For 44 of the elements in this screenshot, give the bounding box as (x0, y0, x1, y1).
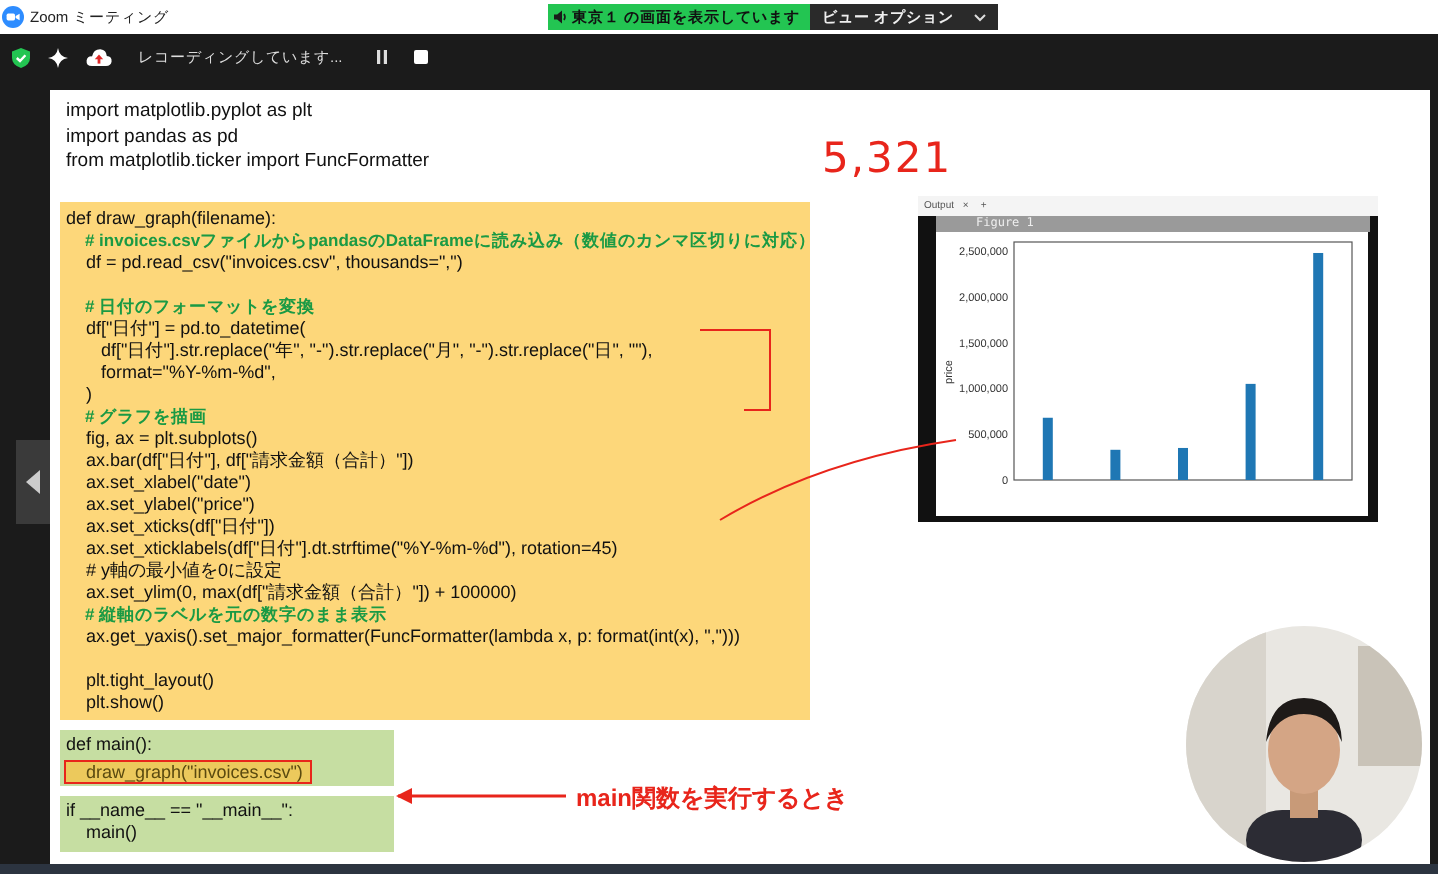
code-line: ax.get_yaxis().set_major_formatter(FuncFormatter(lambda x, p: format(int(x), ","))) (84, 625, 740, 647)
code-line: ) (84, 383, 92, 405)
code-comment: # グラフを描画 (82, 405, 208, 427)
code-line: ax.set_ylim(0, max(df["請求金額（合計）"]) + 100000) (84, 581, 517, 603)
code-line: plt.tight_layout() (84, 669, 215, 691)
code-line: df = pd.read_csv("invoices.csv", thousands=",") (84, 251, 463, 273)
code-line: def draw_graph(filename): (66, 207, 277, 229)
code-line: main() (84, 821, 138, 843)
code-line: ax.set_xticks(df["日付"]) (84, 515, 275, 537)
code-line: import matplotlib.pyplot as plt (66, 100, 313, 125)
bar (1245, 383, 1256, 480)
speaker-icon (553, 10, 568, 24)
left-triangle-icon (25, 470, 41, 494)
code-line: def main(): (66, 733, 153, 755)
bar (1110, 449, 1121, 480)
panel-toggle-button[interactable] (16, 440, 50, 524)
code-line: import pandas as pd (66, 125, 239, 150)
code-line: if __name__ == "__main__": (66, 799, 293, 821)
bar (1042, 417, 1053, 480)
arrow-label: main関数を実行するとき (576, 782, 849, 816)
bar (1178, 447, 1188, 480)
code-line: df["日付"].str.replace("年", "-").str.replace("月", "-").str.replace("日", ""), (99, 339, 653, 361)
caret-icon (974, 13, 986, 21)
pause-icon (376, 50, 389, 64)
shield-icon[interactable] (12, 47, 30, 67)
code-line: # y軸の最小値を0に設定 (84, 559, 283, 581)
code-comment: # invoices.csvファイルからpandasのDataFrameに読み込み（数値のカンマ区切りに対応） (82, 229, 816, 251)
code-line: ax.bar(df["日付"], df["請求金額（合計）"]) (84, 449, 414, 471)
stop-icon (414, 50, 429, 64)
code-line: plt.show() (84, 691, 165, 713)
pause-button[interactable] (372, 50, 393, 64)
code-line: ax.set_ylabel("price") (84, 493, 255, 515)
code-comment: # 日付のフォーマットを変換 (82, 295, 316, 317)
sparkle-icon[interactable] (48, 47, 68, 67)
code-line: fig, ax = plt.subplots() (84, 427, 258, 449)
code-line: from matplotlib.ticker import FuncFormatter (66, 150, 430, 175)
code-comment: # 縦軸のラベルを元の数字のまま表示 (82, 603, 388, 625)
code-line: format="%Y-%m-%d", (99, 361, 276, 383)
cloud-upload-icon[interactable] (86, 48, 112, 66)
handwritten-number: 5,321 (822, 134, 953, 182)
stop-button[interactable] (410, 50, 433, 64)
code-line: ax.set_xlabel("date") (84, 471, 251, 493)
code-line: ax.set_xticklabels(df["日付"].dt.strftime("%Y-%m-%d"), rotation=45) (84, 537, 618, 559)
code-line: df["日付"] = pd.to_datetime( (84, 317, 306, 339)
